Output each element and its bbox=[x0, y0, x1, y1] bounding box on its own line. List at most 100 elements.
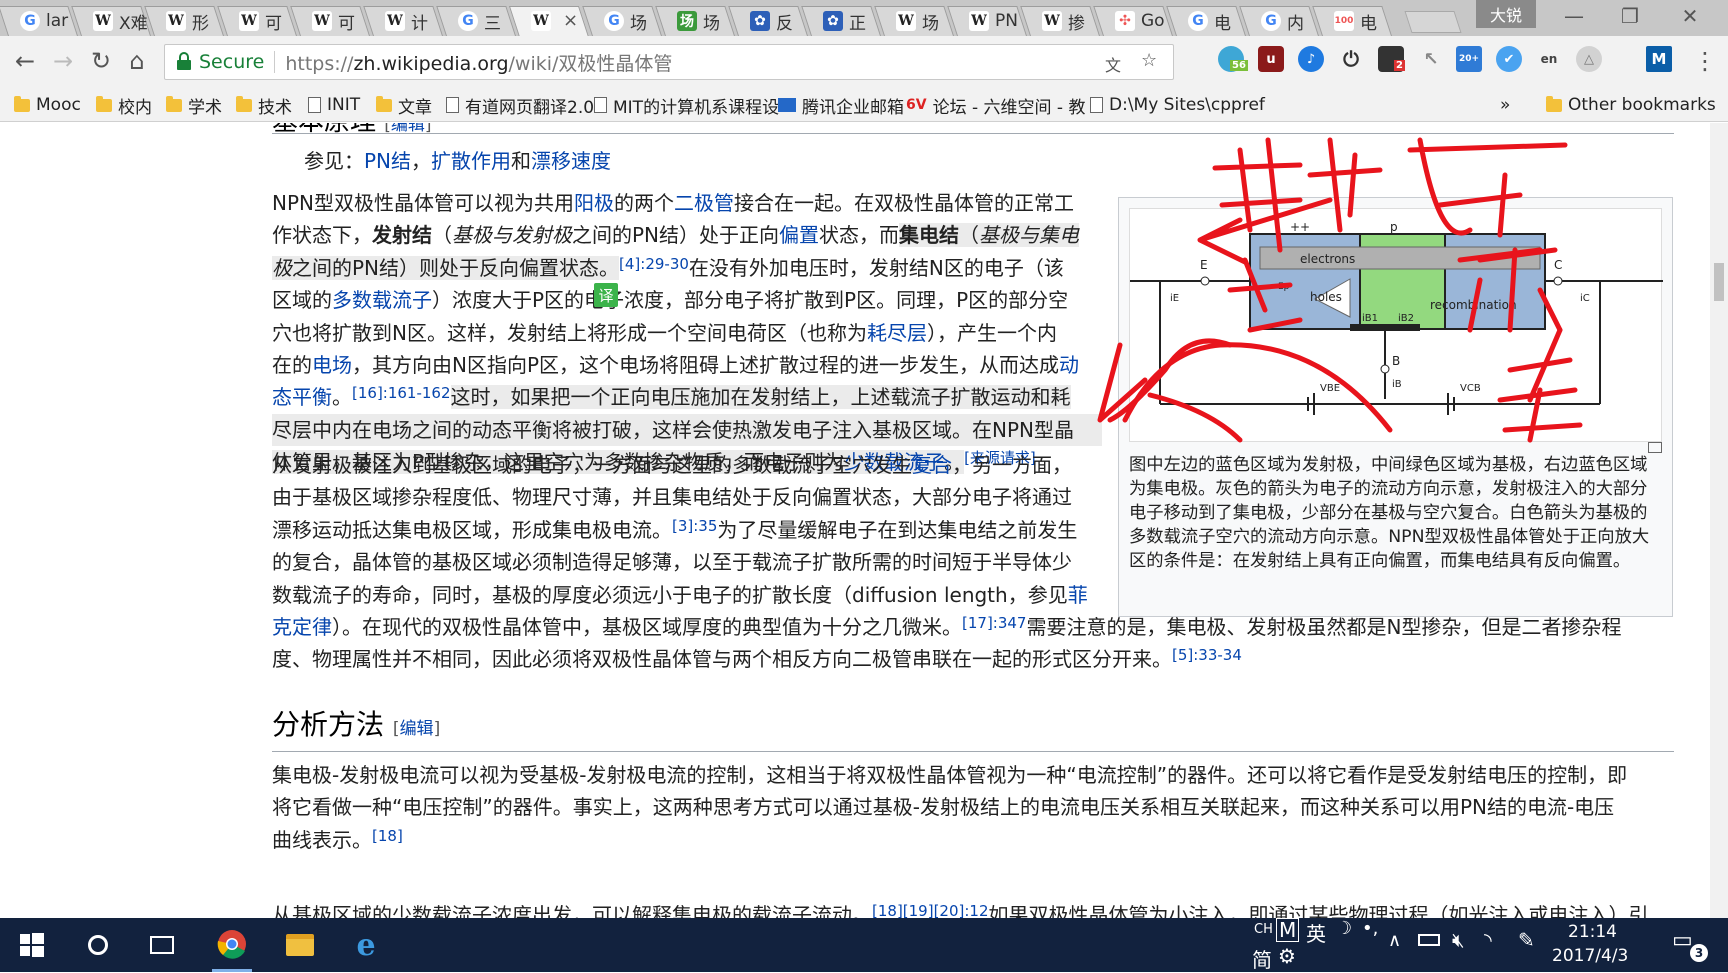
ime-moon-icon[interactable]: ☽ bbox=[1336, 918, 1352, 939]
check-icon[interactable]: ✔ bbox=[1496, 46, 1522, 72]
bookmarks-overflow-chevron-icon[interactable]: » bbox=[1500, 93, 1510, 117]
translate-icon[interactable]: 文 bbox=[1105, 52, 1121, 76]
file-explorer-icon[interactable] bbox=[280, 918, 320, 972]
browser-tab[interactable]: W可 bbox=[227, 6, 297, 36]
link-bias[interactable]: 偏置 bbox=[779, 223, 819, 247]
browser-tab[interactable]: Glar bbox=[8, 6, 78, 36]
link-depletion-layer[interactable]: 耗尽层 bbox=[867, 321, 927, 345]
link-diffusion[interactable]: 扩散作用 bbox=[431, 149, 511, 173]
browser-tab[interactable]: G三 bbox=[446, 6, 516, 36]
link-dynamic-equilibrium[interactable]: 态平衡 bbox=[272, 385, 332, 409]
browser-tab[interactable]: ✿ 正 bbox=[811, 6, 881, 36]
browser-tab[interactable]: G内 bbox=[1249, 6, 1319, 36]
reload-icon[interactable]: ↻ bbox=[86, 48, 116, 74]
citation[interactable]: [5]:33-34 bbox=[1172, 646, 1242, 664]
browser-tab[interactable]: G场 bbox=[592, 6, 662, 36]
link-drift-velocity[interactable]: 漂移速度 bbox=[531, 149, 611, 173]
other-bookmarks-folder[interactable]: Other bookmarks bbox=[1546, 93, 1716, 117]
browser-tab[interactable]: W掺 bbox=[1030, 6, 1100, 36]
extension-5-icon[interactable]: 2 bbox=[1378, 46, 1405, 72]
close-tab-icon[interactable]: × bbox=[563, 10, 578, 31]
back-arrow-icon[interactable]: ← bbox=[10, 48, 40, 74]
menu-icon[interactable]: ⋮ bbox=[1690, 48, 1720, 74]
power-icon[interactable]: ⏻ bbox=[1338, 46, 1364, 72]
bookmark-item[interactable]: 文章 bbox=[376, 93, 432, 118]
link-recombination[interactable]: 复合 bbox=[912, 453, 952, 477]
profile-button[interactable]: 大锐 bbox=[1476, 0, 1536, 28]
citation[interactable]: [4]:29-30 bbox=[619, 255, 689, 273]
bjt-diagram[interactable]: ++ p electrons holes recombination E C B… bbox=[1129, 208, 1663, 442]
link-diode[interactable]: 二极管 bbox=[674, 191, 734, 215]
translate-badge[interactable]: 译 bbox=[594, 283, 618, 307]
chrome-taskbar-icon[interactable] bbox=[212, 918, 252, 972]
task-view-icon[interactable] bbox=[144, 918, 180, 972]
edge-browser-icon[interactable]: e bbox=[346, 918, 386, 972]
link-electric-field[interactable]: 电场 bbox=[312, 353, 352, 377]
restore-button[interactable]: ❐ bbox=[1610, 4, 1650, 28]
battery-icon[interactable] bbox=[1418, 934, 1440, 946]
browser-tab[interactable]: W可 bbox=[300, 6, 370, 36]
browser-tab[interactable]: W X难 bbox=[81, 6, 151, 36]
edit-link[interactable]: 编辑 bbox=[400, 719, 434, 739]
ime-ch[interactable]: CH bbox=[1254, 922, 1273, 937]
citation[interactable]: [16]:161-162 bbox=[352, 384, 451, 402]
citation[interactable]: [18] bbox=[372, 827, 403, 845]
link-majority-carrier[interactable]: 多数载流子 bbox=[332, 288, 432, 312]
browser-tab[interactable]: W计 bbox=[373, 6, 443, 36]
link-ficks-law[interactable]: 菲 bbox=[1068, 583, 1088, 607]
start-windows-icon[interactable] bbox=[14, 918, 50, 972]
link-dynamic-equilibrium[interactable]: 动 bbox=[1059, 353, 1079, 377]
browser-tab[interactable]: ✣ Go bbox=[1103, 6, 1173, 36]
address-bar[interactable]: Secure https://zh.wikipedia.org/wiki/双极性… bbox=[164, 44, 1174, 80]
close-window-button[interactable]: ✕ bbox=[1670, 4, 1710, 28]
bookmark-item[interactable]: 技术 bbox=[236, 93, 292, 118]
home-icon[interactable]: ⌂ bbox=[122, 48, 152, 74]
bookmark-item[interactable]: 腾讯企业邮箱 bbox=[778, 93, 904, 118]
scrollbar-thumb[interactable] bbox=[1714, 263, 1724, 301]
link-anode[interactable]: 阳极 bbox=[574, 191, 614, 215]
clock-time[interactable]: 21:14 bbox=[1568, 922, 1617, 942]
language-icon[interactable]: en bbox=[1536, 46, 1562, 72]
bookmark-item[interactable]: 学术 bbox=[166, 93, 222, 118]
browser-tab[interactable]: 100 电 bbox=[1322, 6, 1392, 36]
browser-tab[interactable]: ✿ 反 bbox=[738, 6, 808, 36]
browser-tab[interactable]: W PN bbox=[957, 6, 1027, 36]
pen-icon[interactable]: ✎ bbox=[1518, 928, 1535, 952]
browser-tab[interactable]: 场场 bbox=[665, 6, 735, 36]
bookmark-item[interactable]: Mooc bbox=[14, 93, 81, 117]
new-tab-button[interactable] bbox=[1404, 11, 1462, 33]
volume-mute-icon[interactable]: 🔇︎ bbox=[1452, 928, 1465, 952]
bookmark-item[interactable]: 有道网页翻译2.0 bbox=[446, 93, 594, 118]
magnify-icon[interactable] bbox=[1648, 442, 1662, 453]
ime-language[interactable]: 英 bbox=[1306, 918, 1326, 947]
ime-settings-gear-icon[interactable]: ⚙ bbox=[1278, 944, 1296, 968]
bookmark-item[interactable]: D:\My Sites\cppref bbox=[1090, 93, 1265, 117]
bookmark-item[interactable]: INIT bbox=[308, 93, 360, 117]
extension-7-icon[interactable]: 20+ bbox=[1456, 46, 1482, 72]
citation[interactable]: [17]:347 bbox=[962, 614, 1026, 632]
browser-tab[interactable]: W形 bbox=[154, 6, 224, 36]
star-icon[interactable]: ☆ bbox=[1141, 50, 1157, 71]
wifi-icon[interactable]: ◝ bbox=[1484, 928, 1492, 952]
clock-date[interactable]: 2017/4/3 bbox=[1552, 946, 1628, 966]
browser-tab[interactable]: G电 bbox=[1176, 6, 1246, 36]
ime-m-icon[interactable]: M bbox=[1276, 918, 1300, 942]
cursor-icon[interactable]: ↖ bbox=[1418, 46, 1444, 72]
extension-1-icon[interactable]: 56 bbox=[1218, 46, 1248, 72]
scrollbar[interactable] bbox=[1710, 123, 1728, 918]
show-hidden-icons-chevron-icon[interactable]: ∧ bbox=[1388, 930, 1401, 951]
bookmark-item[interactable]: 校内 bbox=[96, 93, 152, 118]
minimize-button[interactable]: — bbox=[1554, 4, 1594, 28]
bookmark-item[interactable]: 6V 论坛 - 六维空间 - 教 bbox=[906, 93, 1085, 118]
bookmark-item[interactable]: MIT的计算机系课程设 bbox=[594, 93, 779, 118]
extension-3-icon[interactable]: ♪ bbox=[1298, 46, 1324, 72]
browser-tab[interactable]: W bbox=[519, 6, 589, 36]
forward-arrow-icon[interactable]: → bbox=[48, 48, 78, 74]
ublock-icon[interactable]: u bbox=[1258, 46, 1284, 72]
search-cortana-icon[interactable] bbox=[80, 918, 116, 972]
citation[interactable]: [18][19][20]:12 bbox=[872, 902, 989, 918]
triangle-icon[interactable]: △ bbox=[1576, 46, 1602, 72]
citation[interactable]: [3]:35 bbox=[672, 517, 717, 535]
browser-tab[interactable]: W场 bbox=[884, 6, 954, 36]
ime-simplified[interactable]: 简 bbox=[1252, 944, 1272, 973]
